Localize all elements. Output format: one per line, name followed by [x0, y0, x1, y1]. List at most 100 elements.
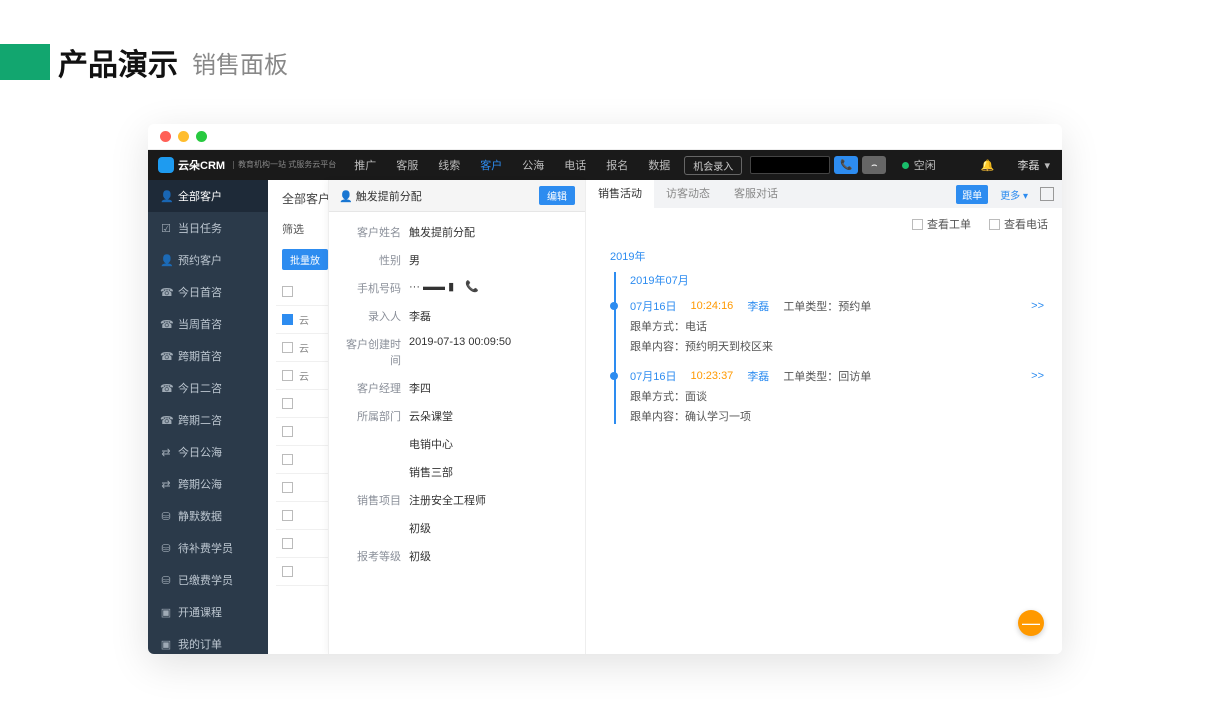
tab[interactable]: 访客动态 [654, 180, 722, 208]
field-label: 录入人 [339, 308, 409, 324]
card-head: 07月16日10:23:37李磊工单类型：回访单>> [630, 368, 1044, 384]
row-checkbox[interactable] [282, 454, 293, 465]
filter-call[interactable]: 查看电话 [989, 216, 1048, 232]
row-checkbox[interactable] [282, 314, 293, 325]
bell-icon[interactable]: 🔔 [981, 159, 995, 172]
sidebar-item[interactable]: 👤 预约客户 [148, 244, 268, 276]
user-name[interactable]: 李磊 [1017, 157, 1039, 173]
nav-item-公海[interactable]: 公海 [514, 157, 552, 173]
sidebar-label: 静默数据 [178, 508, 222, 524]
sidebar-icon: ☎ [160, 350, 172, 363]
row-checkbox[interactable] [282, 342, 293, 353]
slide-header: 产品演示 销售面板 [0, 0, 1210, 84]
sidebar-item[interactable]: ⇄跨期公海 [148, 468, 268, 500]
field-label: 客户经理 [339, 380, 409, 396]
field-label: 销售项目 [339, 492, 409, 508]
card-more[interactable]: >> [1031, 300, 1044, 312]
sidebar-label: 今日二咨 [178, 380, 222, 396]
row-checkbox[interactable] [282, 286, 293, 297]
sidebar-item[interactable]: ⛁待补费学员 [148, 532, 268, 564]
sidebar-item[interactable]: ☎今日二咨 [148, 372, 268, 404]
sidebar-item[interactable]: ☎当周首咨 [148, 308, 268, 340]
field-value: 初级 [409, 520, 575, 536]
hangup-button[interactable]: ⌢ [862, 156, 886, 174]
timeline: 2019年 2019年07月 07月16日10:24:16李磊工单类型：预约单>… [586, 240, 1062, 442]
sidebar-item[interactable]: ☎今日首咨 [148, 276, 268, 308]
timeline-body: 2019年07月 07月16日10:24:16李磊工单类型：预约单>>跟单方式：… [614, 272, 1044, 424]
detail-field: 客户创建时间2019-07-13 00:09:50 [329, 330, 585, 374]
user-icon: 👤 [339, 191, 353, 203]
sidebar-label: 当周首咨 [178, 316, 222, 332]
sidebar-item[interactable]: ⛁静默数据 [148, 500, 268, 532]
sidebar-icon: ⛁ [160, 574, 172, 587]
detail-title: 👤 触发提前分配 [339, 188, 422, 204]
logo-tagline: 教育机构一站 式服务云平台 [233, 161, 336, 169]
nav-item-数据[interactable]: 数据 [640, 157, 678, 173]
row-checkbox[interactable] [282, 426, 293, 437]
app-body: 👤全部客户☑当日任务👤预约客户☎今日首咨☎当周首咨☎跨期首咨☎今日二咨☎跨期二咨… [148, 180, 1062, 654]
nav-item-推广[interactable]: 推广 [346, 157, 384, 173]
sidebar-label: 今日首咨 [178, 284, 222, 300]
sidebar-icon: ⇄ [160, 446, 172, 459]
edit-button[interactable]: 编辑 [539, 186, 575, 205]
search-input[interactable] [750, 156, 830, 174]
bulk-button[interactable]: 批量放 [282, 249, 328, 270]
minimize-icon[interactable] [178, 131, 189, 142]
sidebar-item[interactable]: ⇄今日公海 [148, 436, 268, 468]
sidebar-item[interactable]: ☎跨期首咨 [148, 340, 268, 372]
chevron-down-icon[interactable]: ▾ [1044, 159, 1050, 172]
row-checkbox[interactable] [282, 482, 293, 493]
cloud-icon [158, 157, 174, 173]
maximize-icon[interactable] [196, 131, 207, 142]
row-checkbox[interactable] [282, 370, 293, 381]
detail-header: 👤 触发提前分配 编辑 [329, 180, 585, 212]
nav-item-报名[interactable]: 报名 [598, 157, 636, 173]
sidebar-label: 跨期二咨 [178, 412, 222, 428]
fab-button[interactable]: — [1018, 610, 1044, 636]
phone-icon[interactable]: 📞 [462, 281, 479, 293]
card-time: 10:23:37 [690, 370, 733, 382]
sidebar-item[interactable]: ▣我的订单 [148, 628, 268, 654]
sidebar-item[interactable]: ☑当日任务 [148, 212, 268, 244]
filter-ticket[interactable]: 查看工单 [912, 216, 971, 232]
card-user: 李磊 [747, 368, 769, 384]
tab-actions: 跟单 更多 ▾ [956, 185, 1054, 204]
nav-item-客服[interactable]: 客服 [388, 157, 426, 173]
nav-item-电话[interactable]: 电话 [556, 157, 594, 173]
sidebar-label: 跨期公海 [178, 476, 222, 492]
field-value: 销售三部 [409, 464, 575, 480]
sidebar-icon: ⛁ [160, 542, 172, 555]
nav-item-客户[interactable]: 客户 [472, 157, 510, 173]
sidebar-item[interactable]: ⛁已缴费学员 [148, 564, 268, 596]
slide-title: 产品演示 [58, 40, 178, 84]
row-checkbox[interactable] [282, 538, 293, 549]
tab[interactable]: 销售活动 [586, 180, 654, 208]
row-checkbox[interactable] [282, 398, 293, 409]
sidebar-icon: 👤 [160, 254, 172, 267]
expand-icon[interactable] [1040, 187, 1054, 201]
sidebar-item[interactable]: ☎ 跨期二咨 [148, 404, 268, 436]
field-label: 所属部门 [339, 408, 409, 424]
card-more[interactable]: >> [1031, 370, 1044, 382]
close-icon[interactable] [160, 131, 171, 142]
detail-field: 所属部门云朵课堂 [329, 402, 585, 430]
timeline-month: 2019年07月 [630, 272, 1044, 288]
more-button[interactable]: 更多 ▾ [994, 185, 1034, 204]
row-checkbox[interactable] [282, 566, 293, 577]
field-value: 2019-07-13 00:09:50 [409, 336, 575, 368]
call-button[interactable]: 📞 [834, 156, 858, 174]
nav-item-线索[interactable]: 线索 [430, 157, 468, 173]
field-label [339, 520, 409, 536]
field-label: 性别 [339, 252, 409, 268]
opportunity-button[interactable]: 机会录入 [684, 156, 742, 175]
field-label: 客户姓名 [339, 224, 409, 240]
row-checkbox[interactable] [282, 510, 293, 521]
sidebar-item[interactable]: 👤全部客户 [148, 180, 268, 212]
follow-button[interactable]: 跟单 [956, 185, 988, 204]
sidebar-icon: ☎ [160, 414, 172, 427]
sidebar-label: 预约客户 [178, 252, 222, 268]
tab[interactable]: 客服对话 [722, 180, 790, 208]
nav-items: 推广客服线索客户公海电话报名数据 [346, 157, 678, 173]
row-text: 云 [299, 312, 309, 327]
sidebar-item[interactable]: ▣开通课程 [148, 596, 268, 628]
